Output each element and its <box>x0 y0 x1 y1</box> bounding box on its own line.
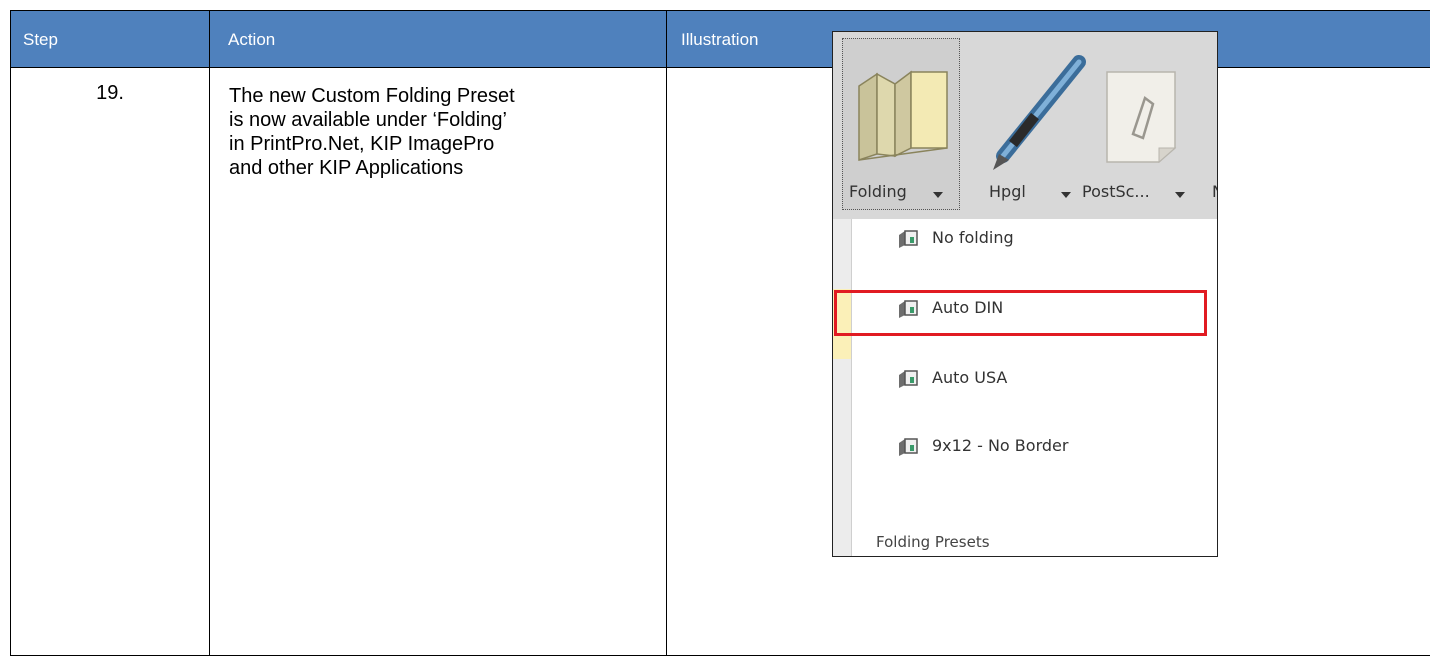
header-action: Action <box>209 11 666 68</box>
menu-item-label: 9x12 - No Border <box>932 436 1069 455</box>
folding-label: Folding <box>849 182 907 201</box>
column-divider <box>666 68 667 656</box>
action-line: in PrintPro.Net, KIP ImagePro <box>229 133 495 155</box>
folding-presets-link[interactable]: Folding Presets <box>876 533 990 551</box>
menu-item-no-folding[interactable]: No folding <box>852 219 1217 259</box>
highlight-box <box>834 290 1207 336</box>
folding-dropdown-caret[interactable] <box>933 192 943 198</box>
illustration-screenshot: Folding Hpgl PostSc... N No folding Auto… <box>832 31 1218 557</box>
hpgl-label[interactable]: Hpgl <box>989 182 1026 201</box>
background-panel <box>833 219 851 556</box>
action-line: is now available under ‘Folding’ <box>229 109 507 131</box>
ribbon-toolbar: Folding Hpgl PostSc... N <box>833 32 1217 219</box>
hpgl-dropdown-caret[interactable] <box>1061 192 1071 198</box>
folding-dropdown-menu: No folding Auto DIN Auto USA 9x12 - No B… <box>851 219 1217 556</box>
pen-icon <box>993 55 1086 170</box>
page-icon <box>1106 71 1177 164</box>
cutoff-ribbon-label: N <box>1212 182 1217 201</box>
postscript-dropdown-caret[interactable] <box>1175 192 1185 198</box>
column-divider <box>209 68 210 656</box>
folding-icon <box>858 70 948 162</box>
step-number: 19. <box>96 82 124 104</box>
folding-preset-icon <box>899 438 918 456</box>
menu-item-label: Auto USA <box>932 368 1008 387</box>
postscript-label[interactable]: PostSc... <box>1082 182 1150 201</box>
menu-item-auto-usa[interactable]: Auto USA <box>852 359 1217 399</box>
folding-preset-icon <box>899 230 918 248</box>
action-text: The new Custom Folding Preset is now ava… <box>229 84 649 180</box>
action-line: The new Custom Folding Preset <box>229 85 515 107</box>
header-step: Step <box>23 30 58 49</box>
menu-item-9x12-no-border[interactable]: 9x12 - No Border <box>852 427 1217 467</box>
action-line: and other KIP Applications <box>229 157 464 179</box>
menu-item-label: No folding <box>932 228 1014 247</box>
folding-preset-icon <box>899 370 918 388</box>
